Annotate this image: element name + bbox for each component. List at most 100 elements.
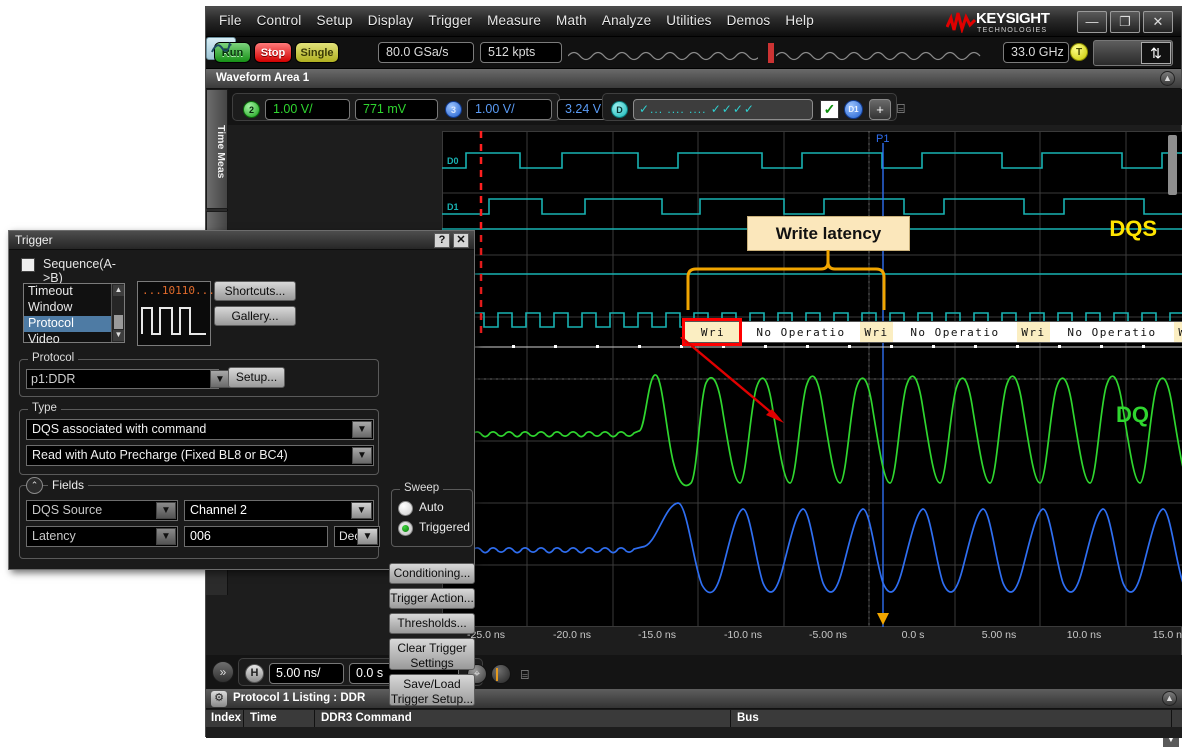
close-button[interactable]: ✕ [1143,11,1173,33]
shortcuts-button[interactable]: Shortcuts... [214,281,296,301]
digital-enable-checkbox[interactable]: ✓ [820,100,839,119]
chevron-down-icon[interactable]: ▼ [210,370,230,388]
chevron-down-icon[interactable]: ▼ [156,528,176,545]
pin-icon[interactable]: ⌸ [897,101,905,117]
menu-item-analyze[interactable]: Analyze [602,13,651,28]
listbox-scrollbar[interactable]: ▲ ▼ [111,284,124,342]
decode-segment[interactable]: Wri [1017,322,1050,342]
menu-bar: File Control Setup Display Trigger Measu… [206,7,1181,37]
chevron-down-icon[interactable]: ▼ [352,421,372,438]
radio-icon-auto[interactable] [398,501,413,516]
type-group: Type DQS associated with command ▼ Read … [19,402,379,475]
decode-segment[interactable]: Wri [1174,322,1182,342]
single-button[interactable]: Single [295,42,339,63]
latency-base-select[interactable]: Dec ▼ [334,526,380,547]
channel-2-badge[interactable]: 2 [243,101,260,118]
fields-collapse-icon[interactable]: ⌃ [26,477,43,494]
digital-badge[interactable]: D [611,101,628,118]
setup-button[interactable]: Setup... [228,367,285,388]
list-item-protocol[interactable]: Protocol [24,316,124,332]
list-item-timeout[interactable]: Timeout [24,284,124,300]
field-name-dqs-source[interactable]: DQS Source ▼ [26,500,178,521]
column-header-index[interactable]: Index [206,710,244,727]
maximize-button[interactable]: ❐ [1110,11,1140,33]
radio-icon-triggered[interactable] [398,521,413,536]
digital-label-d1: D1 [447,202,459,212]
channel-3-scale-field[interactable]: 1.00 V/ [467,99,552,120]
minimize-button[interactable]: — [1077,11,1107,33]
protocol-listing-rows[interactable] [206,727,1182,738]
x-tick-1: -20.0 ns [553,629,591,641]
menu-item-math[interactable]: Math [556,13,587,28]
column-header-ddr3-command[interactable]: DDR3 Command [316,710,731,727]
protocol-select[interactable]: p1:DDR [26,369,219,389]
chevron-down-icon[interactable]: ▼ [351,502,372,519]
digital-channel-group: D ✓... .... .... ✓✓✓✓ ✓ D1 + ⌸ [602,93,905,121]
protocol-group: Protocol p1:DDR ▼ [19,352,379,397]
pin-icon[interactable]: ⌸ [521,667,529,683]
trigger-status-led[interactable]: T [1070,43,1088,61]
chevron-down-icon[interactable]: ▼ [357,528,378,545]
collapse-icon[interactable]: ▲ [1162,691,1177,706]
add-channel-button[interactable]: + [869,99,891,120]
sequence-checkbox[interactable] [21,258,35,272]
bandwidth-field[interactable]: 33.0 GHz [1003,42,1069,63]
menu-item-control[interactable]: Control [257,13,302,28]
channel-2-offset-field[interactable]: 771 mV [355,99,438,120]
protocol-listing-header: ⚙ Protocol 1 Listing : DDR ▲ [206,689,1182,709]
segments-icon[interactable] [491,664,511,684]
column-header-time[interactable]: Time [245,710,315,727]
type-select-secondary[interactable]: Read with Auto Precharge (Fixed BL8 or B… [26,445,374,466]
type-select-primary[interactable]: DQS associated with command ▼ [26,419,374,440]
gallery-button[interactable]: Gallery... [214,306,296,326]
chevron-down-icon[interactable]: ▼ [352,447,372,464]
field-row-latency: Latency ▼ 006 Dec ▼ [26,526,380,548]
gear-icon[interactable]: ⚙ [211,691,227,707]
scroll-up-icon[interactable]: ▲ [113,285,124,296]
field-value-dqs-source[interactable]: Channel 2 ▼ [184,500,374,521]
trigger-action-button[interactable]: Trigger Action... [389,588,475,609]
d1-badge[interactable]: D1 [844,100,863,119]
trigger-level-icon[interactable]: ⇅ [1141,42,1171,64]
scroll-down-icon[interactable]: ▼ [113,330,124,341]
sidebar-item-time-meas[interactable]: Time Meas [206,89,228,209]
trigger-position-marker[interactable] [768,43,774,63]
trigger-dialog-titlebar[interactable]: Trigger ? ✕ [9,231,474,250]
chevron-down-icon[interactable]: ▼ [156,502,176,519]
list-item-window[interactable]: Window [24,300,124,316]
menu-item-utilities[interactable]: Utilities [666,13,711,28]
field-name-latency[interactable]: Latency ▼ [26,526,178,547]
menu-item-setup[interactable]: Setup [316,13,352,28]
latency-input[interactable]: 006 [184,526,328,547]
timebase-scale-field[interactable]: 5.00 ns/ [269,663,344,684]
conditioning-button[interactable]: Conditioning... [389,563,475,584]
digital-pattern-field[interactable]: ✓... .... .... ✓✓✓✓ [633,99,813,120]
x-axis-labels: -25.0 ns -20.0 ns -15.0 ns -10.0 ns -5.0… [442,629,1182,649]
menu-item-help[interactable]: Help [785,13,814,28]
scrollbar-thumb[interactable] [114,315,123,329]
column-header-bus[interactable]: Bus [732,710,1172,727]
close-icon[interactable]: ✕ [453,233,469,248]
stop-button[interactable]: Stop [254,42,292,63]
save-load-trigger-setup-button[interactable]: Save/Load Trigger Setup... [389,674,475,706]
channel-3-badge[interactable]: 3 [445,101,462,118]
run-control-toolbar: Run Stop Single 80.0 GSa/s 512 kpts 33.0… [206,37,1181,69]
thresholds-button[interactable]: Thresholds... [389,613,475,634]
list-item-video[interactable]: Video [24,332,124,348]
memory-depth-field[interactable]: 512 kpts [480,42,562,63]
menu-item-demos[interactable]: Demos [727,13,771,28]
menu-item-trigger[interactable]: Trigger [428,13,472,28]
menu-item-measure[interactable]: Measure [487,13,541,28]
clear-trigger-settings-button[interactable]: Clear Trigger Settings [389,638,475,670]
chevron-right-icon[interactable]: » [212,661,234,683]
vertical-scrollbar-thumb[interactable] [1168,135,1177,195]
decode-segment[interactable]: No Operatio [1050,322,1174,342]
menu-item-display[interactable]: Display [368,13,414,28]
menu-item-file[interactable]: File [219,13,242,28]
channel-2-scale-field[interactable]: 1.00 V/ [265,99,350,120]
sample-rate-field[interactable]: 80.0 GSa/s [378,42,474,63]
horizontal-badge[interactable]: H [245,664,264,683]
trigger-type-listbox[interactable]: Timeout Window Protocol Video ▲ ▼ [23,283,125,346]
help-button[interactable]: ? [434,233,450,248]
collapse-icon[interactable]: ▲ [1160,71,1175,86]
